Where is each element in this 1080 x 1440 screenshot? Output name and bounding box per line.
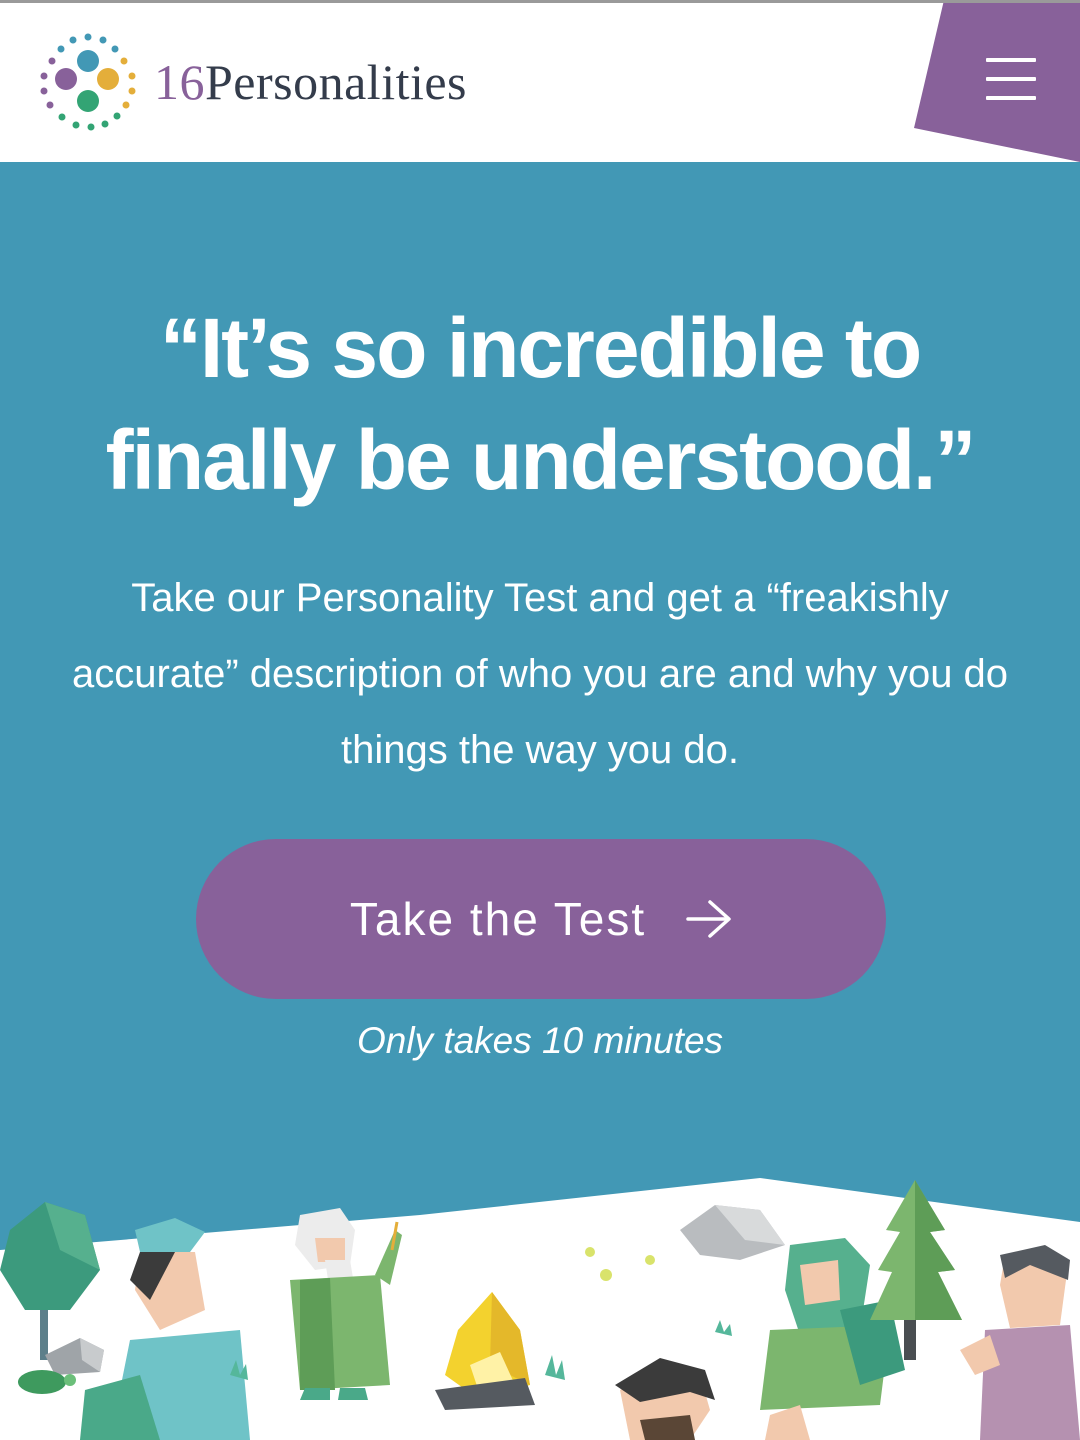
description-line-2: accurate” description of who you are and… [71, 652, 1009, 696]
logo-number: 16 [154, 54, 205, 110]
hero-headline: “It’s so incredible to finally be unders… [40, 292, 1040, 516]
logo-word: Personalities [205, 54, 468, 110]
take-the-test-label: Take the Test [349, 893, 647, 945]
site-header: 16Personalities [0, 0, 1080, 162]
headline-line-1: “It’s so incredible to [159, 301, 922, 395]
arrow-right-icon [686, 900, 731, 938]
take-the-test-button[interactable]: Take the Test [196, 839, 886, 999]
description-line-1: Take our Personality Test and get a “fre… [131, 576, 949, 620]
hero-description: Take our Personality Test and get a “fre… [40, 560, 1040, 788]
logo-dots-icon [40, 33, 136, 131]
top-border [0, 0, 1080, 3]
test-duration-note: Only takes 10 minutes [356, 1020, 724, 1061]
hamburger-menu-icon[interactable] [986, 58, 1036, 100]
campfire-scene-illustration [0, 1178, 1080, 1440]
logo[interactable]: 16Personalities [36, 30, 467, 134]
description-line-3: things the way you do. [340, 728, 740, 772]
headline-line-2: finally be understood.” [105, 413, 977, 507]
logo-text: 16Personalities [154, 53, 467, 111]
